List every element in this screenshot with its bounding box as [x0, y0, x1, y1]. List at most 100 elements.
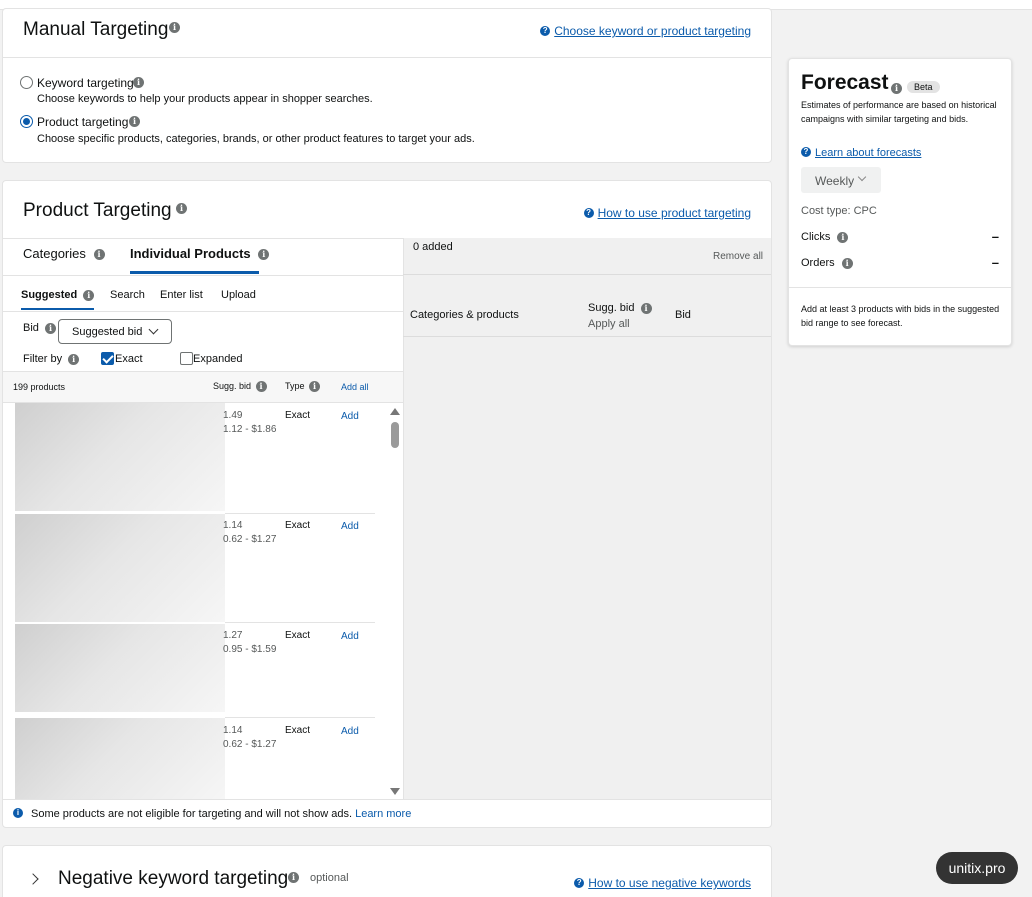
info-icon[interactable]: i — [44, 322, 56, 334]
product-help[interactable]: ? How to use product targeting — [583, 204, 751, 222]
row-add-button[interactable]: Add — [341, 411, 359, 422]
row-type: Exact — [285, 410, 311, 421]
divider — [3, 275, 403, 276]
filter-exact-checkbox[interactable] — [101, 352, 114, 365]
row-type: Exact — [285, 725, 311, 736]
scrollbar-thumb[interactable] — [391, 422, 399, 448]
added-count: 0 added — [413, 241, 453, 253]
help-icon: ? — [574, 877, 585, 888]
manual-targeting-title: Manual Targeting — [23, 19, 169, 40]
scroll-down-arrow[interactable] — [390, 788, 400, 795]
product-targeting-label: Product targeting — [37, 115, 129, 129]
divider — [3, 57, 771, 58]
bid-label-text: Bid — [23, 322, 39, 334]
forecast-link-wrap[interactable]: ? Learn about forecasts — [801, 143, 921, 161]
info-icon[interactable]: i — [837, 231, 849, 243]
subtab-suggested[interactable]: Suggested i — [21, 289, 95, 301]
info-icon[interactable]: i — [129, 116, 140, 127]
info-icon[interactable]: i — [258, 249, 270, 261]
period-select[interactable]: Weekly — [801, 167, 881, 193]
info-circle-icon: i — [13, 808, 23, 818]
bid-select[interactable]: Suggested bid — [58, 319, 172, 344]
choose-targeting-link[interactable]: Choose keyword or product targeting — [554, 24, 751, 38]
filter-expanded-checkbox[interactable] — [180, 352, 193, 365]
manual-help[interactable]: ? Choose keyword or product targeting — [540, 22, 751, 40]
divider — [403, 336, 771, 337]
row-add-button[interactable]: Add — [341, 521, 359, 532]
product-targeting-title: Product Targeting — [23, 200, 172, 221]
row-add-button[interactable]: Add — [341, 631, 359, 642]
row-range: 0.62 - $1.27 — [223, 739, 277, 750]
bid-label: Bid i — [23, 322, 56, 334]
orders-label: Orders i — [801, 257, 853, 269]
sugg-bid-header-text: Sugg. bid — [213, 381, 252, 391]
subtab-search[interactable]: Search — [110, 289, 145, 301]
product-targeting-desc: Choose specific products, categories, br… — [37, 133, 475, 145]
apply-all-button[interactable]: Apply all — [588, 318, 630, 330]
added-col-items: Categories & products — [410, 309, 519, 321]
tab-categories-label: Categories — [23, 246, 86, 261]
info-icon[interactable]: i — [288, 872, 299, 883]
product-image — [15, 624, 225, 712]
row-add-button[interactable]: Add — [341, 726, 359, 737]
chevron-right-icon[interactable] — [27, 873, 39, 885]
footnote: Some products are not eligible for targe… — [31, 808, 411, 820]
learn-more-link[interactable]: Learn more — [355, 808, 411, 820]
remove-all-button[interactable]: Remove all — [713, 251, 763, 262]
filter-label: Filter by i — [23, 353, 80, 365]
added-col-sugg-bid: Sugg. bid i — [588, 302, 652, 314]
product-image — [15, 514, 225, 622]
info-icon[interactable]: i — [841, 257, 853, 269]
row-bid: 1.49 — [223, 410, 243, 421]
divider — [3, 311, 403, 312]
how-to-product-targeting-link[interactable]: How to use product targeting — [598, 206, 751, 220]
divider — [225, 622, 375, 623]
filter-expanded-label: Expanded — [193, 353, 243, 365]
info-icon[interactable]: i — [133, 77, 144, 88]
info-icon[interactable]: i — [309, 381, 321, 393]
info-icon[interactable]: i — [891, 83, 902, 94]
footnote-text: Some products are not eligible for targe… — [31, 808, 353, 820]
type-header: Type i — [285, 381, 321, 393]
product-count: 199 products — [13, 382, 66, 392]
forecast-card: Forecast i Beta Estimates of performance… — [788, 58, 1012, 346]
tab-active-indicator — [130, 271, 259, 274]
subtab-enter-list[interactable]: Enter list — [160, 289, 203, 301]
tab-categories[interactable]: Categories i — [23, 246, 105, 261]
info-icon[interactable]: i — [93, 249, 105, 261]
chevron-down-icon — [148, 324, 159, 335]
info-icon[interactable]: i — [83, 289, 95, 301]
info-icon[interactable]: i — [255, 381, 267, 393]
learn-about-forecasts-link[interactable]: Learn about forecasts — [815, 147, 921, 159]
subtab-upload[interactable]: Upload — [221, 289, 256, 301]
filter-label-text: Filter by — [23, 353, 63, 365]
clicks-value: – — [991, 229, 999, 244]
scroll-up-arrow[interactable] — [390, 408, 400, 415]
bid-select-value: Suggested bid — [72, 326, 143, 338]
beta-badge: Beta — [907, 81, 940, 93]
divider — [3, 799, 771, 800]
tab-individual-products[interactable]: Individual Products i — [130, 246, 270, 261]
info-icon[interactable]: i — [640, 302, 652, 314]
keyword-targeting-radio[interactable] — [20, 76, 33, 89]
row-type: Exact — [285, 630, 311, 641]
help-icon: ? — [583, 207, 594, 218]
product-image — [15, 403, 225, 511]
keyword-targeting-desc: Choose keywords to help your products ap… — [37, 93, 373, 105]
product-targeting-card: Product Targeting i ? How to use product … — [2, 180, 772, 828]
product-targeting-radio[interactable] — [20, 115, 33, 128]
info-icon[interactable]: i — [176, 203, 187, 214]
how-to-negative-keywords-link[interactable]: How to use negative keywords — [588, 876, 751, 890]
keyword-targeting-label: Keyword targeting — [37, 76, 134, 90]
info-icon[interactable]: i — [169, 22, 180, 33]
forecast-desc: Estimates of performance are based on hi… — [801, 100, 997, 124]
row-range: 0.95 - $1.59 — [223, 644, 277, 655]
subtab-active-indicator — [21, 308, 94, 310]
added-col-bid: Bid — [675, 309, 691, 321]
add-all-button[interactable]: Add all — [341, 382, 369, 392]
negative-help[interactable]: ? How to use negative keywords — [574, 874, 751, 892]
info-icon[interactable]: i — [68, 353, 80, 365]
negative-keyword-card: Negative keyword targeting i optional ? H… — [2, 845, 772, 897]
row-range: 1.12 - $1.86 — [223, 424, 277, 435]
row-bid: 1.14 — [223, 520, 243, 531]
